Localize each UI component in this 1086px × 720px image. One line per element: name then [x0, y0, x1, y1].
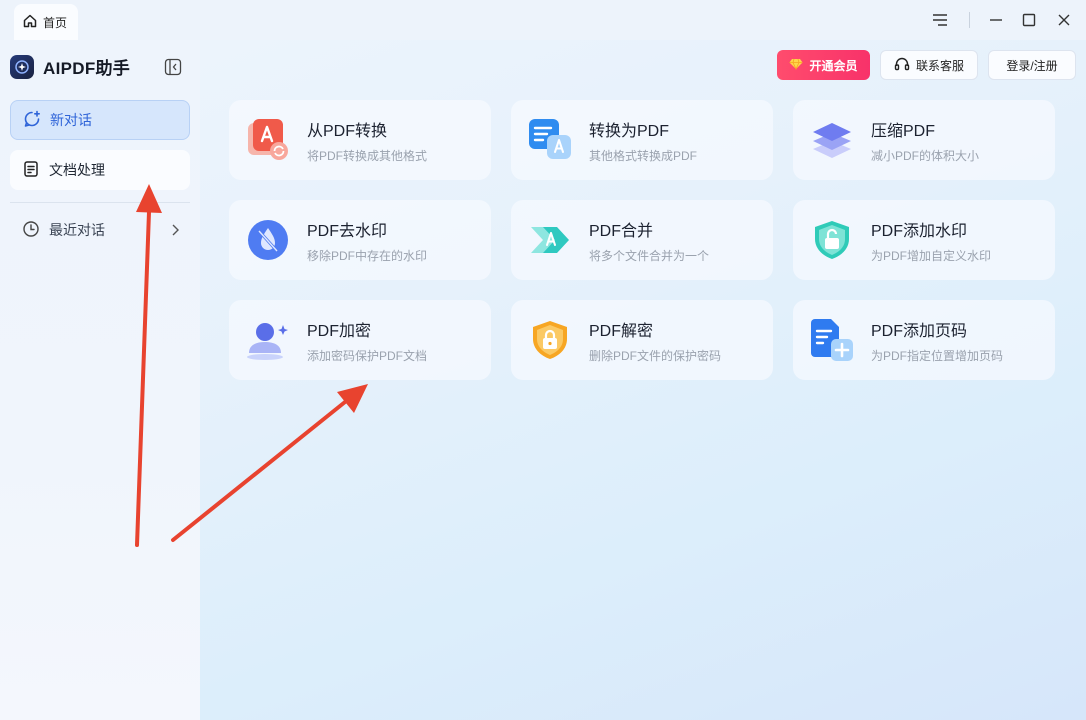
brand: AIPDF助手	[10, 54, 130, 79]
tool-title: 从PDF转换	[307, 122, 388, 140]
compress-layers-icon	[811, 119, 853, 161]
sidebar-item-label: 新对话	[50, 112, 92, 128]
chevron-right-icon	[170, 223, 180, 240]
app-name: AIPDF助手	[43, 59, 131, 78]
encrypt-user-icon	[247, 319, 289, 361]
vip-label: 开通会员	[809, 58, 858, 73]
sidebar-item-new-chat[interactable]: 新对话	[10, 100, 190, 140]
contact-service-button[interactable]: 联系客服	[880, 50, 978, 80]
headset-icon	[894, 56, 910, 75]
sidebar-item-document-processing[interactable]: 文档处理	[10, 150, 190, 190]
tool-description: 为PDF指定位置增加页码	[871, 348, 1004, 363]
sidebar-divider	[10, 202, 190, 203]
tool-description: 将PDF转换成其他格式	[307, 148, 428, 163]
sidebar-item-recent-chats[interactable]: 最近对话	[10, 210, 190, 250]
tool-card-encrypt-pdf[interactable]: PDF加密 添加密码保护PDF文档	[229, 300, 491, 380]
merge-pdf-icon	[529, 219, 571, 261]
tool-description: 减小PDF的体积大小	[871, 148, 980, 163]
tool-title: PDF添加水印	[871, 222, 968, 240]
login-register-button[interactable]: 登录/注册	[988, 50, 1076, 80]
app-logo-icon	[10, 54, 34, 79]
tool-title: PDF添加页码	[871, 322, 968, 340]
title-separator	[969, 12, 970, 28]
decrypt-lock-icon	[529, 319, 571, 361]
new-chat-icon	[23, 110, 41, 131]
tool-title: PDF加密	[307, 322, 372, 340]
sidebar-item-label: 文档处理	[49, 162, 105, 178]
tab-home[interactable]: 首页	[14, 4, 78, 40]
convert-to-pdf-icon	[529, 119, 571, 161]
menu-icon[interactable]	[930, 10, 950, 30]
tab-home-label: 首页	[43, 15, 68, 30]
tool-title: PDF去水印	[307, 222, 388, 240]
tool-card-pdf-convert-from[interactable]: 从PDF转换 将PDF转换成其他格式	[229, 100, 491, 180]
contact-service-label: 联系客服	[915, 58, 964, 73]
tool-title: 压缩PDF	[871, 122, 936, 140]
tool-title: PDF解密	[589, 322, 654, 340]
remove-watermark-icon	[247, 219, 289, 261]
add-page-number-icon	[811, 319, 853, 361]
tool-card-compress-pdf[interactable]: 压缩PDF 减小PDF的体积大小	[793, 100, 1055, 180]
minimize-icon[interactable]	[986, 10, 1006, 30]
tool-card-remove-watermark[interactable]: PDF去水印 移除PDF中存在的水印	[229, 200, 491, 280]
tool-title: PDF合并	[589, 222, 654, 240]
document-icon	[22, 160, 40, 181]
tool-card-merge-pdf[interactable]: PDF合并 将多个文件合并为一个	[511, 200, 773, 280]
add-watermark-shield-icon	[811, 219, 853, 261]
tool-card-decrypt-pdf[interactable]: PDF解密 删除PDF文件的保护密码	[511, 300, 773, 380]
maximize-icon[interactable]	[1019, 10, 1039, 30]
clock-icon	[22, 220, 40, 241]
recent-chats-label: 最近对话	[49, 222, 105, 238]
collapse-sidebar-icon[interactable]	[164, 58, 182, 76]
tool-card-add-page-number[interactable]: PDF添加页码 为PDF指定位置增加页码	[793, 300, 1055, 380]
annotation-arrow-diagonal	[171, 384, 368, 542]
tool-card-convert-to-pdf[interactable]: 转换为PDF 其他格式转换成PDF	[511, 100, 773, 180]
tool-card-add-watermark[interactable]: PDF添加水印 为PDF增加自定义水印	[793, 200, 1055, 280]
tool-description: 添加密码保护PDF文档	[307, 348, 428, 363]
home-icon	[22, 13, 38, 32]
pdf-convert-from-icon	[247, 119, 289, 161]
sidebar: AIPDF助手 新对话 文档处理 最近对话	[0, 40, 200, 720]
login-register-label: 登录/注册	[1006, 58, 1058, 73]
close-icon[interactable]	[1054, 10, 1074, 30]
title-bar: 首页	[0, 0, 1086, 40]
diamond-icon	[789, 58, 803, 73]
tool-description: 将多个文件合并为一个	[589, 248, 710, 263]
tool-title: 转换为PDF	[589, 122, 670, 140]
tool-description: 为PDF增加自定义水印	[871, 248, 992, 263]
vip-membership-button[interactable]: 开通会员	[777, 50, 870, 80]
tool-description: 其他格式转换成PDF	[589, 148, 698, 163]
tool-description: 移除PDF中存在的水印	[307, 248, 428, 263]
tool-description: 删除PDF文件的保护密码	[589, 348, 722, 363]
